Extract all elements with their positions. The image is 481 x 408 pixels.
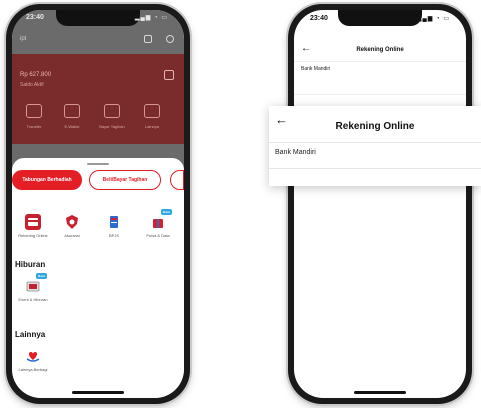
quick-action-label: Bayar Tagihan (99, 124, 125, 129)
service-bpjs[interactable]: BPJS (94, 214, 134, 239)
quick-action-label: E-Wallet (64, 124, 80, 129)
item-label: Lainnya Berbagi (18, 367, 48, 372)
home-indicator (354, 391, 406, 394)
account-balance: Rp 627.800 (20, 72, 52, 78)
shield-icon (64, 214, 80, 230)
phone-notch (338, 10, 422, 26)
section-title-lainnya: Lainnya (15, 330, 46, 339)
service-label: Rekening Online (18, 233, 48, 238)
service-label: Pulsa & Data (146, 233, 170, 238)
transfer-icon[interactable] (26, 104, 42, 118)
status-icons: ▂▄▆ ◔ ▭ (416, 16, 450, 22)
gift-icon: Baru (150, 209, 172, 230)
section-title-hiburan: Hiburan (15, 260, 46, 269)
bank-option-zoomed[interactable]: Bank Mandiri (275, 149, 316, 156)
status-time: 23:40 (310, 15, 328, 22)
phone-notch (56, 10, 140, 26)
document-icon (106, 214, 122, 230)
zoomed-header-card: ← Rekening Online Bank Mandiri (269, 106, 481, 186)
zoomed-page-title: Rekening Online (335, 121, 415, 132)
service-pulsa[interactable]: Baru Pulsa & Data (138, 209, 178, 239)
new-badge: Baru (36, 273, 47, 279)
phone-mockup-rekening: 23:40 ▂▄▆ ◔ ▭ ← Rekening Online Bank Man… (288, 4, 472, 404)
account-sub: Saldo Aktif (20, 82, 44, 88)
pay-bills-button[interactable]: Beli/Bayar Tagihan (89, 170, 161, 190)
service-label: BPJS (108, 233, 119, 238)
qr-icon[interactable] (164, 70, 174, 80)
sheet-handle[interactable] (87, 163, 109, 165)
bottom-sheet: Tabungan Berhadiah Beli/Bayar Tagihan Re… (12, 158, 184, 398)
item-label: Event & Hiburan (18, 297, 48, 302)
heart-hands-icon (25, 348, 41, 364)
event-hiburan-item[interactable]: Baru Event & Hiburan (13, 273, 53, 303)
phone2-screen: 23:40 ▂▄▆ ◔ ▭ ← Rekening Online Bank Man… (294, 10, 466, 398)
savings-button[interactable]: Tabungan Berhadiah (12, 170, 82, 190)
more-chip[interactable] (170, 170, 184, 190)
inbox-icon[interactable] (144, 35, 152, 43)
home-indicator (72, 391, 124, 394)
service-rekening-online[interactable]: Rekening Online (13, 214, 53, 239)
divider (269, 142, 481, 143)
screen-header: ← Rekening Online (294, 40, 466, 62)
bill-icon[interactable] (104, 104, 120, 118)
heart-icon[interactable] (166, 35, 174, 43)
divider (269, 168, 481, 169)
header-text: ipt (20, 36, 27, 42)
account-banner (12, 54, 184, 144)
phone1-screen: 23:40 ▂▄▆ ◔ ▭ ipt Rp 627.800 Saldo Aktif… (12, 10, 184, 398)
card-icon (25, 214, 41, 230)
ewallet-icon[interactable] (64, 104, 80, 118)
page-title: Rekening Online (356, 47, 404, 53)
service-asuransi[interactable]: Asuransi (52, 214, 92, 239)
service-label: Asuransi (64, 233, 80, 238)
quick-action-label: Transfer (26, 124, 42, 129)
ticket-icon: Baru (25, 273, 47, 294)
new-badge: Baru (161, 209, 172, 215)
divider (294, 94, 466, 95)
more-icon[interactable] (144, 104, 160, 118)
status-icons: ▂▄▆ ◔ ▭ (134, 15, 168, 21)
quick-action-label: Lainnya (144, 124, 159, 129)
phone-mockup-menu: 23:40 ▂▄▆ ◔ ▭ ipt Rp 627.800 Saldo Aktif… (6, 4, 190, 404)
status-time: 23:40 (26, 14, 44, 21)
lainnya-berbagi-item[interactable]: Lainnya Berbagi (13, 348, 53, 373)
bank-option[interactable]: Bank Mandiri (301, 66, 330, 72)
